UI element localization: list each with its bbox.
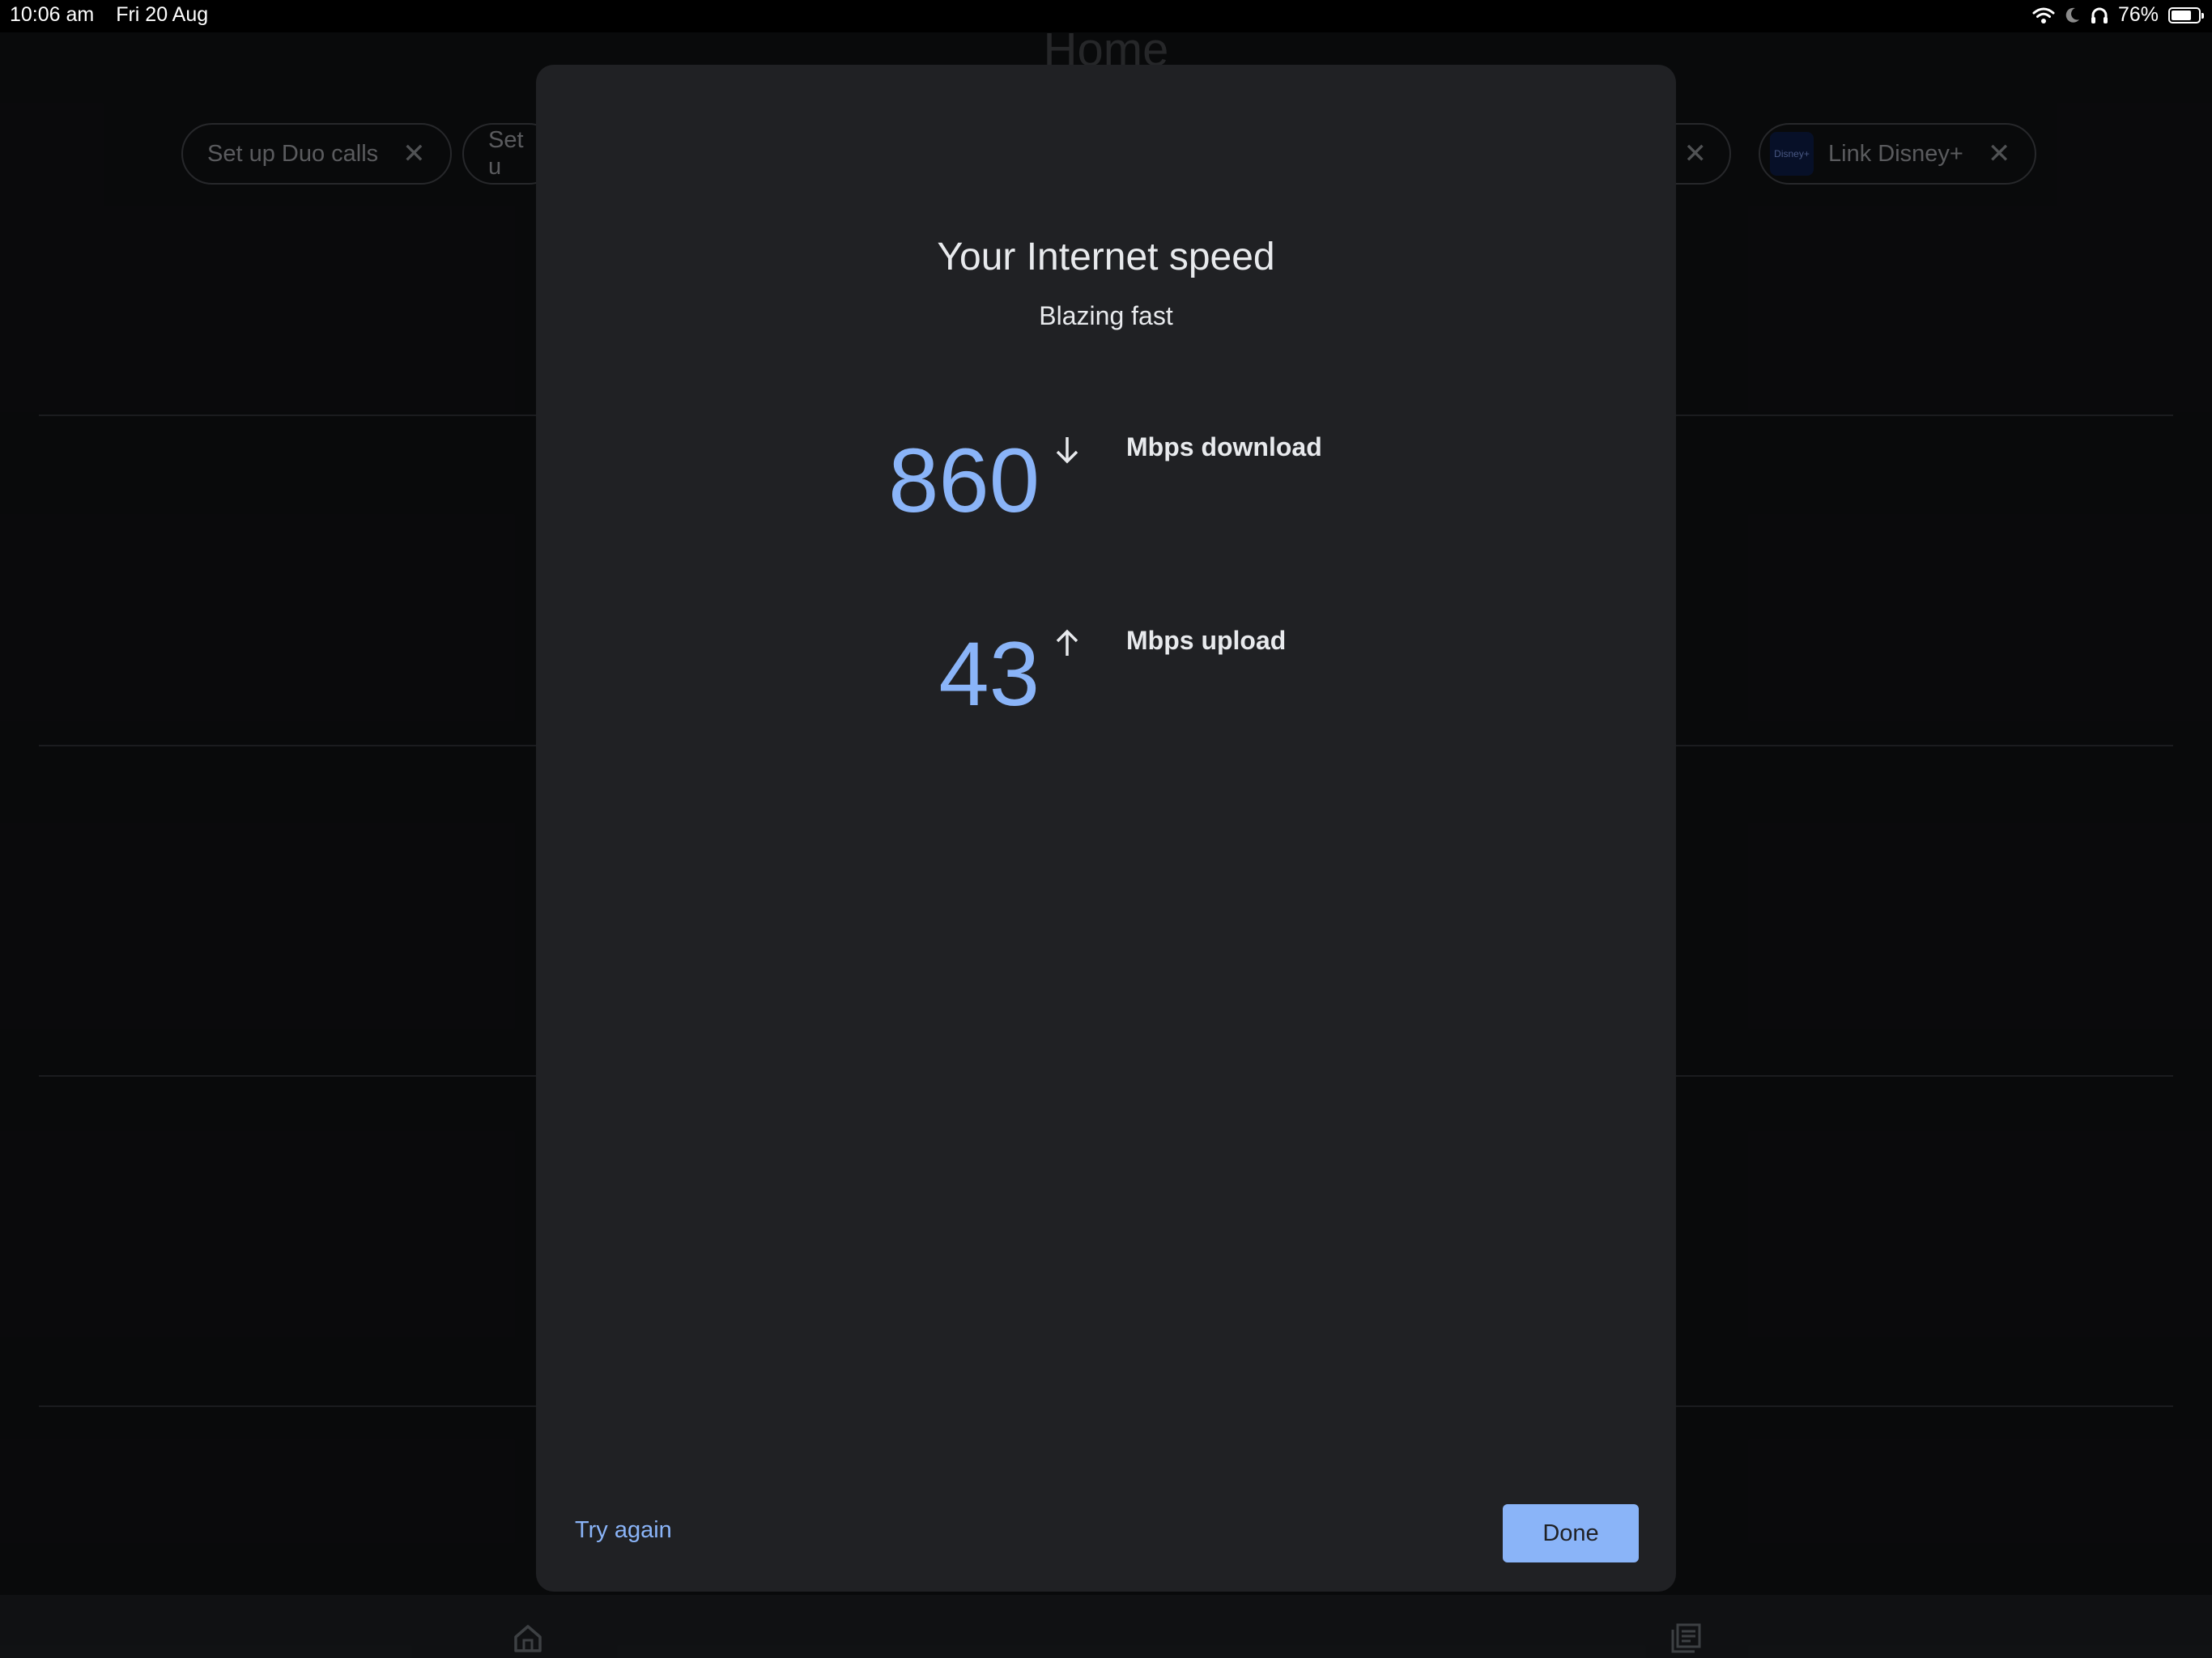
screen: 10:06 am Fri 20 Aug 76% Home Set up Duo …	[0, 0, 2212, 1658]
battery-icon	[2168, 6, 2204, 23]
arrow-down-icon	[1056, 437, 1078, 464]
try-again-button[interactable]: Try again	[575, 1517, 672, 1544]
headphones-icon	[2091, 7, 2108, 23]
internet-speed-dialog: Your Internet speed Blazing fast 860 Mbp…	[536, 65, 1676, 1592]
battery-fill	[2172, 10, 2192, 20]
wifi-icon	[2032, 7, 2055, 23]
done-button[interactable]: Done	[1503, 1504, 1639, 1562]
status-time: 10:06 am	[10, 3, 95, 26]
upload-speed-label: Mbps upload	[1126, 626, 1287, 655]
download-speed-label: Mbps download	[1126, 432, 1322, 461]
arrow-up-icon	[1056, 629, 1078, 656]
moon-icon	[2065, 7, 2079, 23]
battery-percent: 76%	[2117, 3, 2159, 26]
status-bar: 10:06 am Fri 20 Aug 76%	[0, 0, 2212, 32]
status-date: Fri 20 Aug	[116, 3, 209, 26]
status-right: 76%	[2032, 3, 2204, 27]
dialog-subtitle: Blazing fast	[1039, 301, 1173, 330]
status-left: 10:06 am Fri 20 Aug	[10, 3, 224, 27]
upload-speed-value: 43	[938, 623, 1040, 725]
dialog-title: Your Internet speed	[937, 236, 1275, 278]
download-speed-value: 860	[888, 430, 1040, 531]
